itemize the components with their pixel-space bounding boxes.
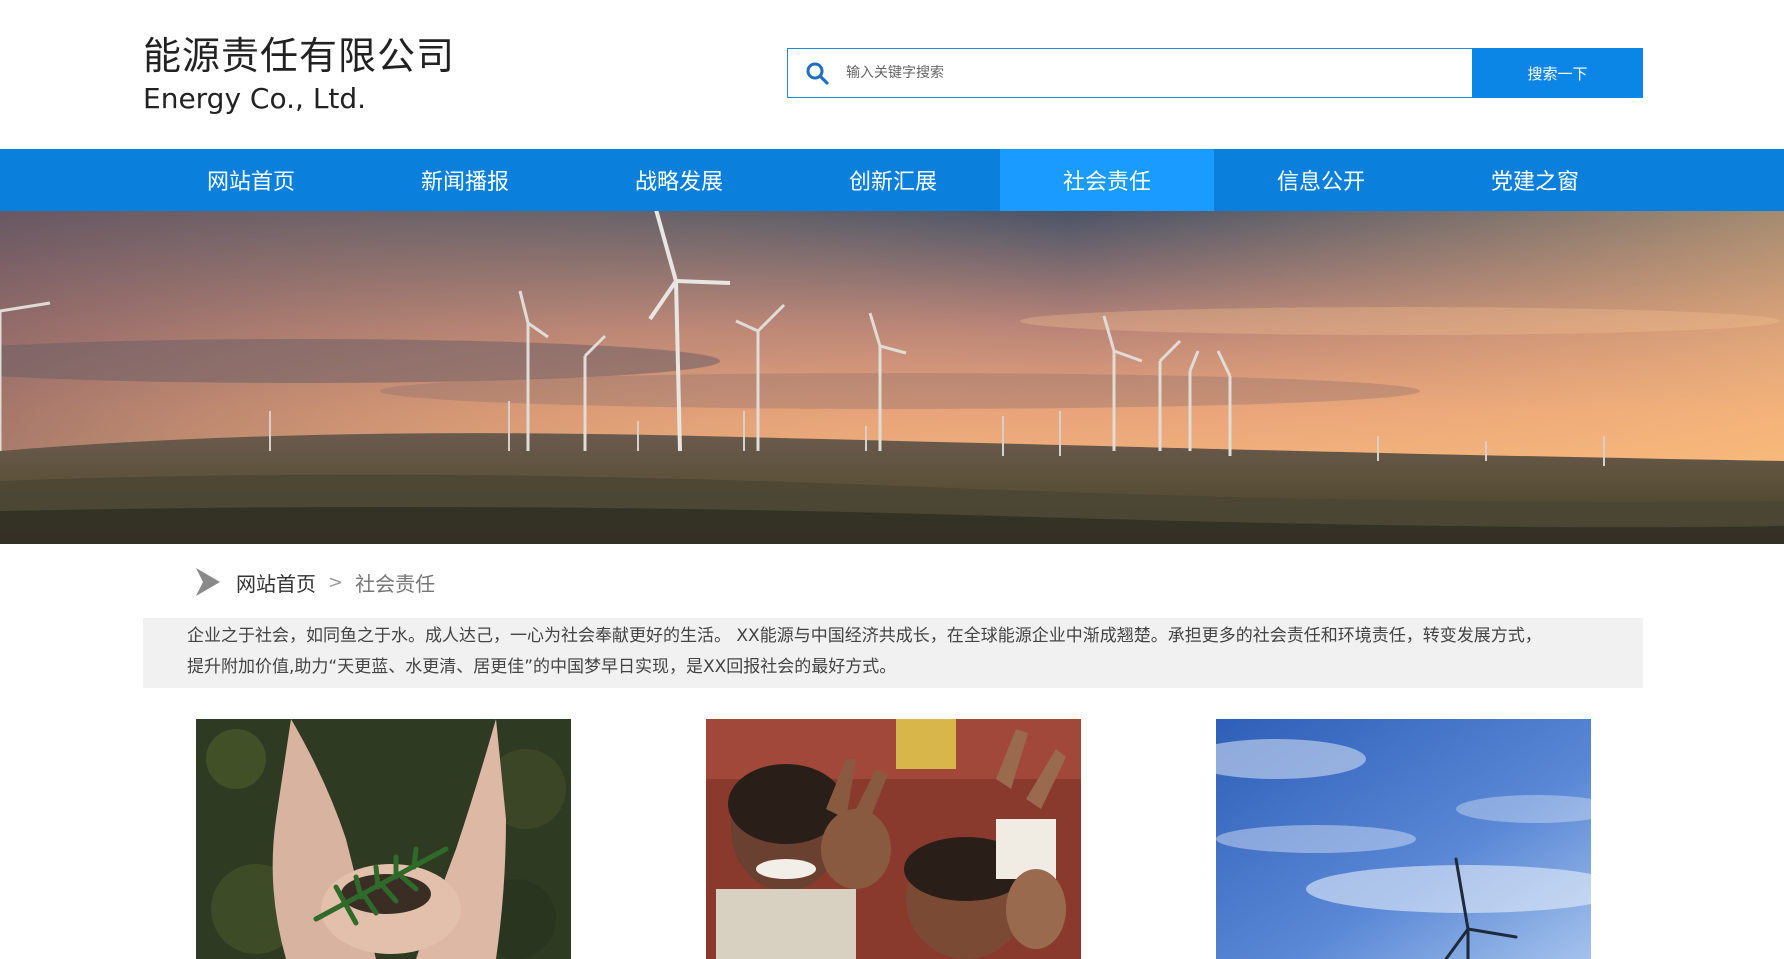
company-name-en: Energy Co., Ltd. (143, 82, 367, 115)
search-bar: 搜索一下 (787, 48, 1643, 98)
search-box (787, 48, 1472, 98)
banner-image (0, 211, 1784, 544)
breadcrumb-separator: > (328, 571, 344, 593)
image-cards (0, 719, 1784, 959)
card-image-children-smiling[interactable] (706, 719, 1081, 959)
nav-item-innovation[interactable]: 创新汇展 (786, 149, 1000, 211)
main-nav: 网站首页 新闻播报 战略发展 创新汇展 社会责任 信息公开 党建之窗 (0, 149, 1784, 211)
nav-item-home[interactable]: 网站首页 (144, 149, 358, 211)
site-logo[interactable]: 能源责任有限公司 Energy Co., Ltd. (143, 34, 455, 116)
company-name-cn: 能源责任有限公司 (143, 34, 456, 78)
nav-item-party-building[interactable]: 党建之窗 (1428, 149, 1642, 211)
breadcrumb: 网站首页 > 社会责任 (194, 566, 435, 598)
nav-items: 网站首页 新闻播报 战略发展 创新汇展 社会责任 信息公开 党建之窗 (144, 149, 1642, 211)
nav-item-strategy[interactable]: 战略发展 (572, 149, 786, 211)
intro-line-2: 提升附加价值,助力“天更蓝、水更清、居更佳”的中国梦早日实现，是XX回报社会的最… (187, 657, 897, 677)
intro-line-1: 企业之于社会，如同鱼之于水。成人达己，一心为社会奉献更好的生活。 XX能源与中国… (187, 626, 1542, 646)
breadcrumb-current: 社会责任 (355, 571, 436, 596)
nav-item-info-disclosure[interactable]: 信息公开 (1214, 149, 1428, 211)
site-header: 能源责任有限公司 Energy Co., Ltd. 搜索一下 (0, 0, 1784, 149)
play-arrow-icon (194, 568, 220, 596)
search-input[interactable] (846, 65, 1406, 81)
intro-text-box: 企业之于社会，如同鱼之于水。成人达己，一心为社会奉献更好的生活。 XX能源与中国… (143, 618, 1643, 688)
search-icon[interactable] (804, 60, 830, 86)
card-image-wind-turbine-sky[interactable] (1216, 719, 1591, 959)
search-button[interactable]: 搜索一下 (1472, 48, 1643, 98)
card-image-hands-seedling[interactable] (196, 719, 571, 959)
breadcrumb-home-link[interactable]: 网站首页 (236, 568, 316, 597)
nav-item-news[interactable]: 新闻播报 (358, 149, 572, 211)
nav-item-social-responsibility[interactable]: 社会责任 (1000, 149, 1214, 211)
